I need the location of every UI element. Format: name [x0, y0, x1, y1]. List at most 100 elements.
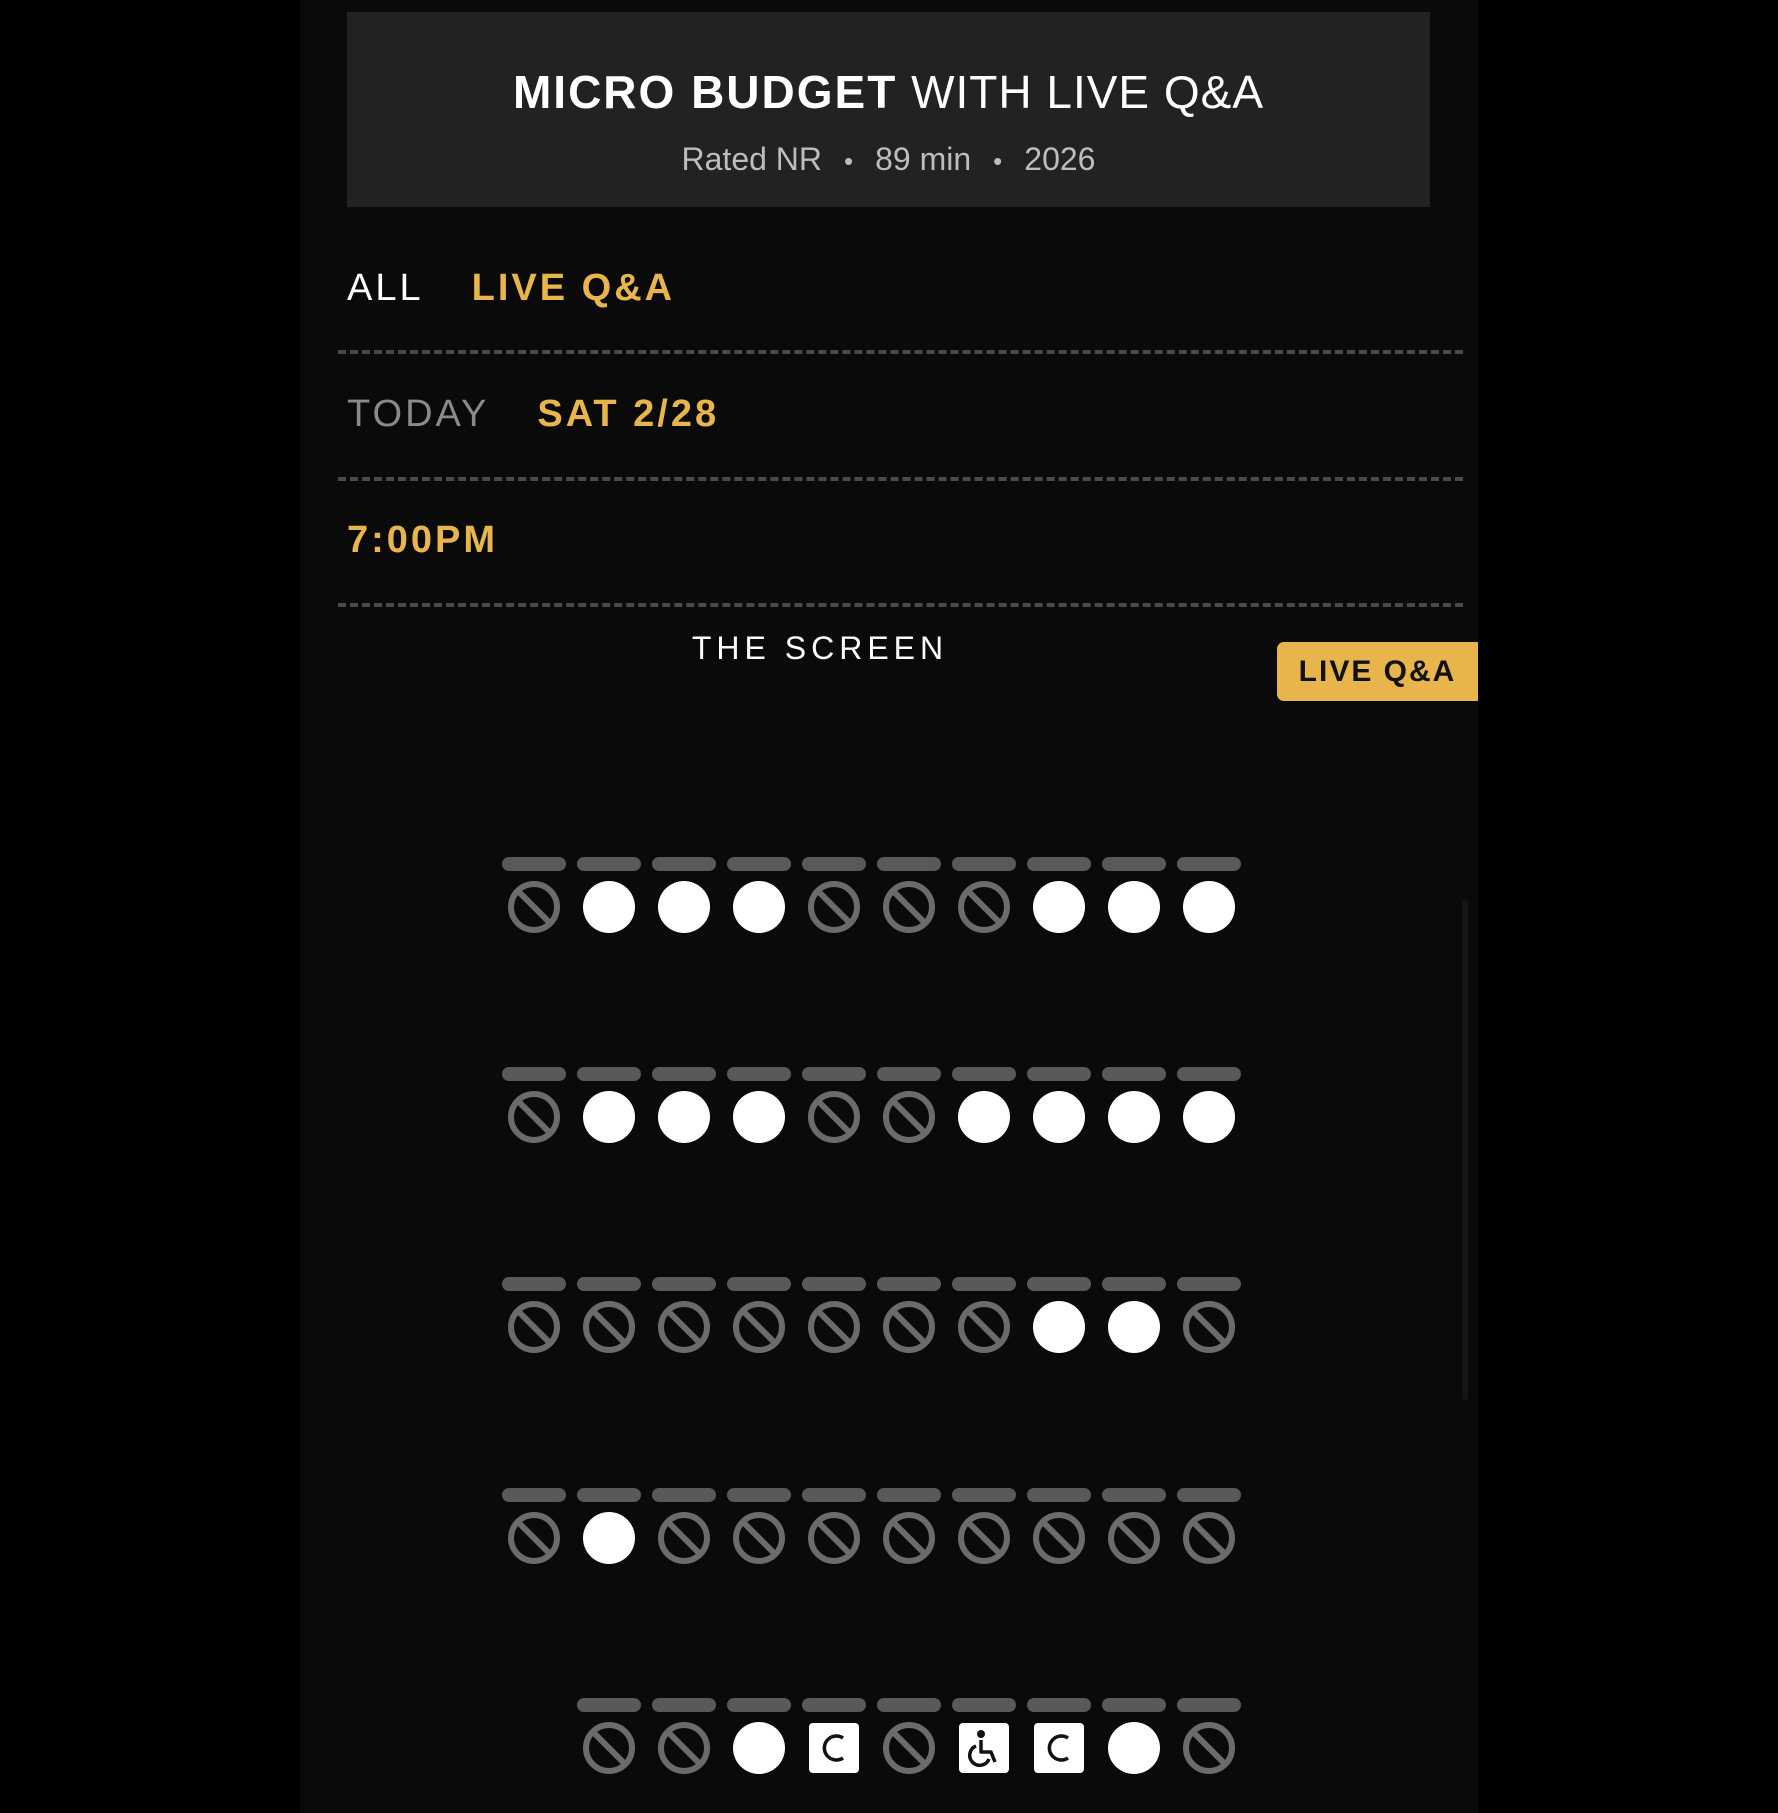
seat-row: [300, 1698, 1478, 1774]
seat-unavailable: [802, 1067, 866, 1143]
date-option-today[interactable]: TODAY: [347, 384, 489, 444]
companion-icon: [807, 1721, 861, 1775]
seat-available[interactable]: [727, 1067, 791, 1143]
live-qa-badge: LIVE Q&A: [1277, 642, 1478, 701]
showtime-option-selected[interactable]: 7:00PM: [347, 510, 498, 570]
seat-unavailable: [652, 1277, 716, 1353]
seat-available[interactable]: [652, 857, 716, 933]
seat-back: [1177, 1277, 1241, 1291]
seat-back: [727, 857, 791, 871]
seat-available[interactable]: [577, 857, 641, 933]
unavailable-icon: [882, 1721, 936, 1775]
seat-unavailable: [502, 1067, 566, 1143]
seat-circle-icon: [582, 880, 636, 934]
seat-circle-icon: [1182, 880, 1236, 934]
unavailable-icon: [882, 1090, 936, 1144]
seat-available[interactable]: [727, 1698, 791, 1774]
unavailable-icon: [1107, 1511, 1161, 1565]
seat-unavailable: [1027, 1488, 1091, 1564]
seat-back: [802, 857, 866, 871]
film-title-bold: MICRO BUDGET: [512, 66, 898, 118]
unavailable-icon: [957, 880, 1011, 934]
seat-available[interactable]: [952, 1067, 1016, 1143]
seat-companion[interactable]: [1027, 1698, 1091, 1773]
seat-back: [877, 1277, 941, 1291]
seat-wheelchair[interactable]: [952, 1698, 1016, 1773]
seat-unavailable: [952, 1277, 1016, 1353]
film-year: 2026: [1024, 141, 1096, 177]
time-filter: 7:00PM: [347, 510, 546, 570]
seat-back: [1102, 1488, 1166, 1502]
unavailable-icon: [882, 1300, 936, 1354]
seat-available[interactable]: [1102, 1067, 1166, 1143]
seat-back: [577, 1067, 641, 1081]
seat-back: [1027, 1698, 1091, 1712]
seat-unavailable: [727, 1488, 791, 1564]
seat-companion[interactable]: [802, 1698, 866, 1773]
seat-available[interactable]: [1102, 1698, 1166, 1774]
film-rating: Rated NR: [681, 141, 823, 177]
seat-unavailable: [577, 1698, 641, 1774]
unavailable-icon: [657, 1300, 711, 1354]
seat-unavailable: [727, 1277, 791, 1353]
date-option-selected[interactable]: SAT 2/28: [537, 384, 719, 444]
seat-available[interactable]: [1027, 1067, 1091, 1143]
unavailable-icon: [957, 1300, 1011, 1354]
format-option-live-qa[interactable]: LIVE Q&A: [472, 258, 675, 318]
unavailable-icon: [507, 1300, 561, 1354]
seat-back: [502, 857, 566, 871]
seat-unavailable: [652, 1698, 716, 1774]
film-meta: Rated NR • 89 min • 2026: [347, 137, 1430, 183]
unavailable-icon: [1182, 1721, 1236, 1775]
seat-available[interactable]: [1102, 857, 1166, 933]
seat-circle-icon: [1107, 1090, 1161, 1144]
seat-available[interactable]: [577, 1488, 641, 1564]
seat-available[interactable]: [1177, 1067, 1241, 1143]
seat-back: [952, 857, 1016, 871]
unavailable-icon: [957, 1511, 1011, 1565]
format-option-all[interactable]: ALL: [347, 258, 424, 318]
seat-unavailable: [952, 857, 1016, 933]
seat-row: [300, 1277, 1478, 1353]
seat-back: [727, 1698, 791, 1712]
seat-unavailable: [577, 1277, 641, 1353]
seat-available[interactable]: [652, 1067, 716, 1143]
seat-available[interactable]: [577, 1067, 641, 1143]
seat-available[interactable]: [1177, 857, 1241, 933]
seat-circle-icon: [732, 880, 786, 934]
seat-back: [802, 1698, 866, 1712]
seat-circle-icon: [1182, 1090, 1236, 1144]
seat-back: [1177, 857, 1241, 871]
seat-back: [1027, 1067, 1091, 1081]
seat-unavailable: [877, 1277, 941, 1353]
unavailable-icon: [582, 1721, 636, 1775]
seat-back: [1177, 1698, 1241, 1712]
seat-available[interactable]: [727, 857, 791, 933]
seat-back: [1102, 1067, 1166, 1081]
seat-circle-icon: [1032, 880, 1086, 934]
seat-available[interactable]: [1027, 857, 1091, 933]
seat-unavailable: [1177, 1698, 1241, 1774]
seat-back: [877, 857, 941, 871]
seat-back: [1177, 1067, 1241, 1081]
unavailable-icon: [657, 1511, 711, 1565]
seat-back: [652, 1277, 716, 1291]
format-filter: ALL LIVE Q&A: [347, 258, 723, 318]
seat-row: [300, 1488, 1478, 1564]
seat-back: [652, 857, 716, 871]
seat-selection-page: MICRO BUDGET WITH LIVE Q&A Rated NR • 89 m…: [300, 0, 1478, 1813]
seat-available[interactable]: [1027, 1277, 1091, 1353]
seat-back: [577, 1277, 641, 1291]
seat-back: [802, 1277, 866, 1291]
unavailable-icon: [507, 1511, 561, 1565]
seat-circle-icon: [1032, 1300, 1086, 1354]
seat-circle-icon: [1032, 1090, 1086, 1144]
film-runtime: 89 min: [875, 141, 972, 177]
seat-back: [952, 1488, 1016, 1502]
seat-available[interactable]: [1102, 1277, 1166, 1353]
divider: [338, 350, 1463, 354]
unavailable-icon: [732, 1300, 786, 1354]
seat-back: [1102, 1277, 1166, 1291]
seat-back: [802, 1488, 866, 1502]
seat-unavailable: [802, 1488, 866, 1564]
